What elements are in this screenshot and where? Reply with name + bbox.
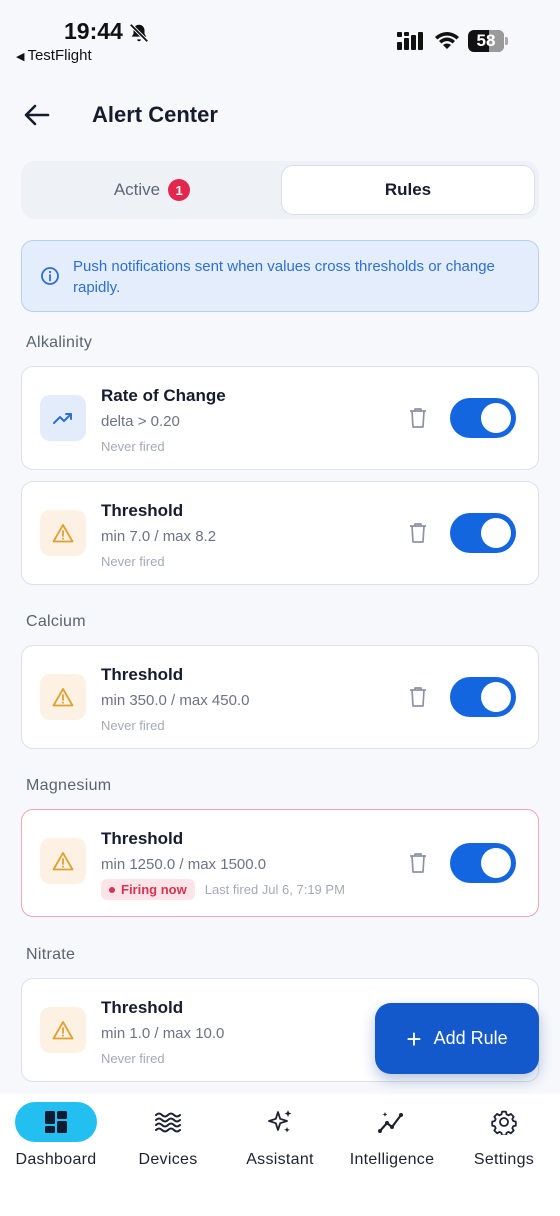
rule-last-fired: Never fired [101, 554, 165, 569]
bottom-nav: Dashboard Devices Assistant Intelligence… [0, 1094, 560, 1216]
nav-item-devices[interactable]: Devices [112, 1102, 224, 1169]
section-label-magnesium: Magnesium [26, 777, 112, 794]
rule-enabled-toggle[interactable] [450, 513, 516, 553]
section-label-nitrate: Nitrate [26, 946, 76, 963]
rule-title: Threshold [101, 501, 184, 520]
nav-label: Dashboard [15, 1151, 97, 1168]
info-banner: Push notifications sent when values cros… [21, 240, 539, 312]
tab-active[interactable]: Active 1 [25, 165, 279, 215]
rule-condition: min 7.0 / max 8.2 [101, 528, 217, 545]
warning-icon [52, 852, 74, 871]
sparkles-icon [268, 1110, 292, 1133]
page-title: Alert Center [92, 102, 218, 127]
nav-item-settings[interactable]: Settings [448, 1102, 560, 1169]
warning-icon [52, 688, 74, 707]
rule-card-firing[interactable]: Threshold min 1250.0 / max 1500.0 Firing… [21, 809, 539, 917]
nav-item-intelligence[interactable]: Intelligence [336, 1102, 448, 1169]
status-bar: 19:44 ◀ TestFlight 58 [0, 0, 560, 72]
rule-condition: delta > 0.20 [101, 413, 180, 430]
insights-icon [378, 1112, 403, 1133]
warning-icon [52, 1021, 74, 1040]
dashboard-icon [45, 1111, 67, 1133]
plus-icon: + [406, 1023, 422, 1054]
waves-icon [155, 1112, 181, 1133]
battery-indicator: 58 [468, 30, 508, 52]
back-app-label: TestFlight [27, 47, 92, 64]
wifi-icon [435, 32, 459, 49]
firing-status-label: Firing now [121, 882, 187, 897]
back-triangle-icon: ◀ [16, 51, 25, 63]
alert-tabs: Active 1 Rules [21, 161, 539, 219]
nav-label: Devices [138, 1151, 198, 1168]
warning-icon [52, 524, 74, 543]
nav-label: Intelligence [349, 1151, 435, 1168]
back-to-app-link[interactable]: ◀ TestFlight [16, 47, 92, 64]
trending-up-icon [53, 413, 72, 424]
rule-last-fired: Never fired [101, 1051, 165, 1066]
nav-item-dashboard[interactable]: Dashboard [0, 1102, 112, 1169]
info-text: Push notifications sent when values cros… [73, 258, 495, 296]
nav-item-assistant[interactable]: Assistant [224, 1102, 336, 1169]
rule-title: Threshold [101, 998, 184, 1017]
tab-rules-label: Rules [384, 180, 432, 199]
trash-icon[interactable] [409, 522, 427, 544]
battery-percent: 58 [476, 31, 496, 50]
rule-condition: min 1.0 / max 10.0 [101, 1025, 225, 1042]
rule-enabled-toggle[interactable] [450, 398, 516, 438]
gear-icon [491, 1110, 517, 1135]
add-rule-label: Add Rule [433, 1028, 508, 1048]
rule-enabled-toggle[interactable] [450, 843, 516, 883]
back-button[interactable] [20, 98, 54, 132]
arrow-left-icon [24, 104, 50, 126]
rule-last-fired: Never fired [101, 718, 165, 733]
info-icon [41, 267, 59, 285]
rule-title: Rate of Change [101, 386, 226, 405]
rule-card[interactable]: Rate of Change delta > 0.20 Never fired [21, 366, 539, 470]
rule-last-fired: Last fired Jul 6, 7:19 PM [204, 882, 345, 897]
nav-label: Settings [473, 1151, 535, 1168]
page-header: Alert Center [0, 92, 560, 138]
rule-enabled-toggle[interactable] [450, 677, 516, 717]
rule-title: Threshold [101, 665, 184, 684]
trash-icon[interactable] [409, 407, 427, 429]
trash-icon[interactable] [409, 686, 427, 708]
rule-card[interactable]: Threshold min 350.0 / max 450.0 Never fi… [21, 645, 539, 749]
status-time: 19:44 [64, 18, 123, 44]
rule-title: Threshold [101, 829, 184, 848]
rule-condition: min 350.0 / max 450.0 [101, 692, 250, 709]
cellular-signal-icon [397, 32, 423, 50]
rule-condition: min 1250.0 / max 1500.0 [101, 856, 267, 873]
firing-status-badge: Firing now [101, 879, 195, 900]
tab-rules[interactable]: Rules [281, 165, 535, 215]
section-label-alkalinity: Alkalinity [26, 334, 93, 351]
nav-label: Assistant [246, 1151, 314, 1168]
tab-active-label: Active [113, 180, 161, 199]
rule-card[interactable]: Threshold min 7.0 / max 8.2 Never fired [21, 481, 539, 585]
rule-last-fired: Never fired [101, 439, 165, 454]
bell-off-icon [129, 23, 149, 43]
active-count-badge: 1 [168, 179, 191, 201]
add-rule-button[interactable]: + Add Rule [375, 1003, 539, 1074]
section-label-calcium: Calcium [26, 613, 86, 630]
trash-icon[interactable] [409, 852, 427, 874]
